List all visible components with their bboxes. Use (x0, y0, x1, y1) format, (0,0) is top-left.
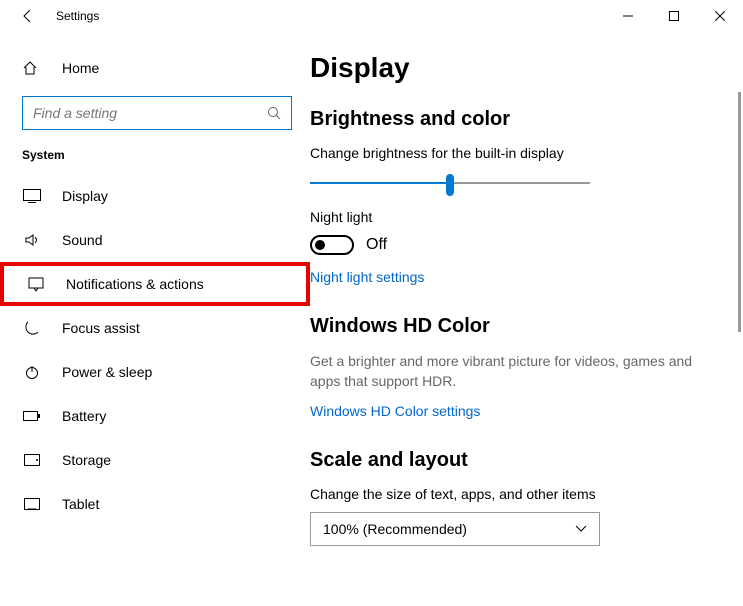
power-icon (22, 364, 42, 380)
sidebar-item-tablet[interactable]: Tablet (0, 482, 310, 526)
scale-label: Change the size of text, apps, and other… (310, 486, 703, 502)
maximize-button[interactable] (651, 0, 697, 32)
storage-icon (22, 454, 42, 466)
sidebar-item-label: Sound (62, 232, 102, 248)
sidebar-item-focus-assist[interactable]: Focus assist (0, 306, 310, 350)
search-field[interactable] (33, 105, 267, 121)
slider-fill (310, 182, 450, 184)
battery-icon (22, 410, 42, 422)
scale-value: 100% (Recommended) (323, 521, 467, 537)
sidebar-item-power-sleep[interactable]: Power & sleep (0, 350, 310, 394)
chevron-down-icon (575, 525, 587, 533)
sidebar-item-battery[interactable]: Battery (0, 394, 310, 438)
scale-dropdown[interactable]: 100% (Recommended) (310, 512, 600, 546)
brightness-slider[interactable] (310, 171, 590, 195)
brightness-label: Change brightness for the built-in displ… (310, 145, 703, 161)
night-light-settings-link[interactable]: Night light settings (310, 269, 703, 285)
sidebar-item-label: Power & sleep (62, 364, 152, 380)
notifications-icon (26, 276, 46, 292)
window-title: Settings (56, 9, 99, 23)
home-label: Home (62, 60, 99, 76)
night-light-label: Night light (310, 209, 703, 225)
back-button[interactable] (8, 0, 48, 32)
sidebar-item-label: Tablet (62, 496, 99, 512)
focus-assist-icon (22, 320, 42, 336)
slider-thumb[interactable] (446, 174, 454, 196)
night-light-state: Off (366, 236, 387, 254)
scrollbar[interactable] (738, 92, 741, 332)
sidebar-item-label: Focus assist (62, 320, 140, 336)
sidebar-item-notifications[interactable]: Notifications & actions (0, 262, 310, 306)
section-scale-title: Scale and layout (310, 449, 703, 472)
search-icon (267, 106, 281, 120)
minimize-button[interactable] (605, 0, 651, 32)
sidebar-item-label: Battery (62, 408, 106, 424)
sidebar-item-label: Storage (62, 452, 111, 468)
hd-description: Get a brighter and more vibrant picture … (310, 352, 703, 391)
night-light-toggle[interactable] (310, 235, 354, 255)
toggle-knob (315, 240, 325, 250)
display-icon (22, 189, 42, 203)
home-nav[interactable]: Home (0, 52, 310, 84)
tablet-icon (22, 498, 42, 510)
sound-icon (22, 232, 42, 248)
page-title: Display (310, 52, 703, 84)
search-input[interactable] (22, 96, 292, 130)
sidebar-item-label: Notifications & actions (66, 276, 204, 292)
sidebar-item-sound[interactable]: Sound (0, 218, 310, 262)
hd-color-settings-link[interactable]: Windows HD Color settings (310, 403, 703, 419)
close-button[interactable] (697, 0, 743, 32)
sidebar-item-storage[interactable]: Storage (0, 438, 310, 482)
sidebar-item-display[interactable]: Display (0, 174, 310, 218)
section-heading: System (0, 148, 310, 174)
section-hd-title: Windows HD Color (310, 315, 703, 338)
section-brightness-title: Brightness and color (310, 108, 703, 131)
sidebar-item-label: Display (62, 188, 108, 204)
home-icon (22, 60, 42, 76)
